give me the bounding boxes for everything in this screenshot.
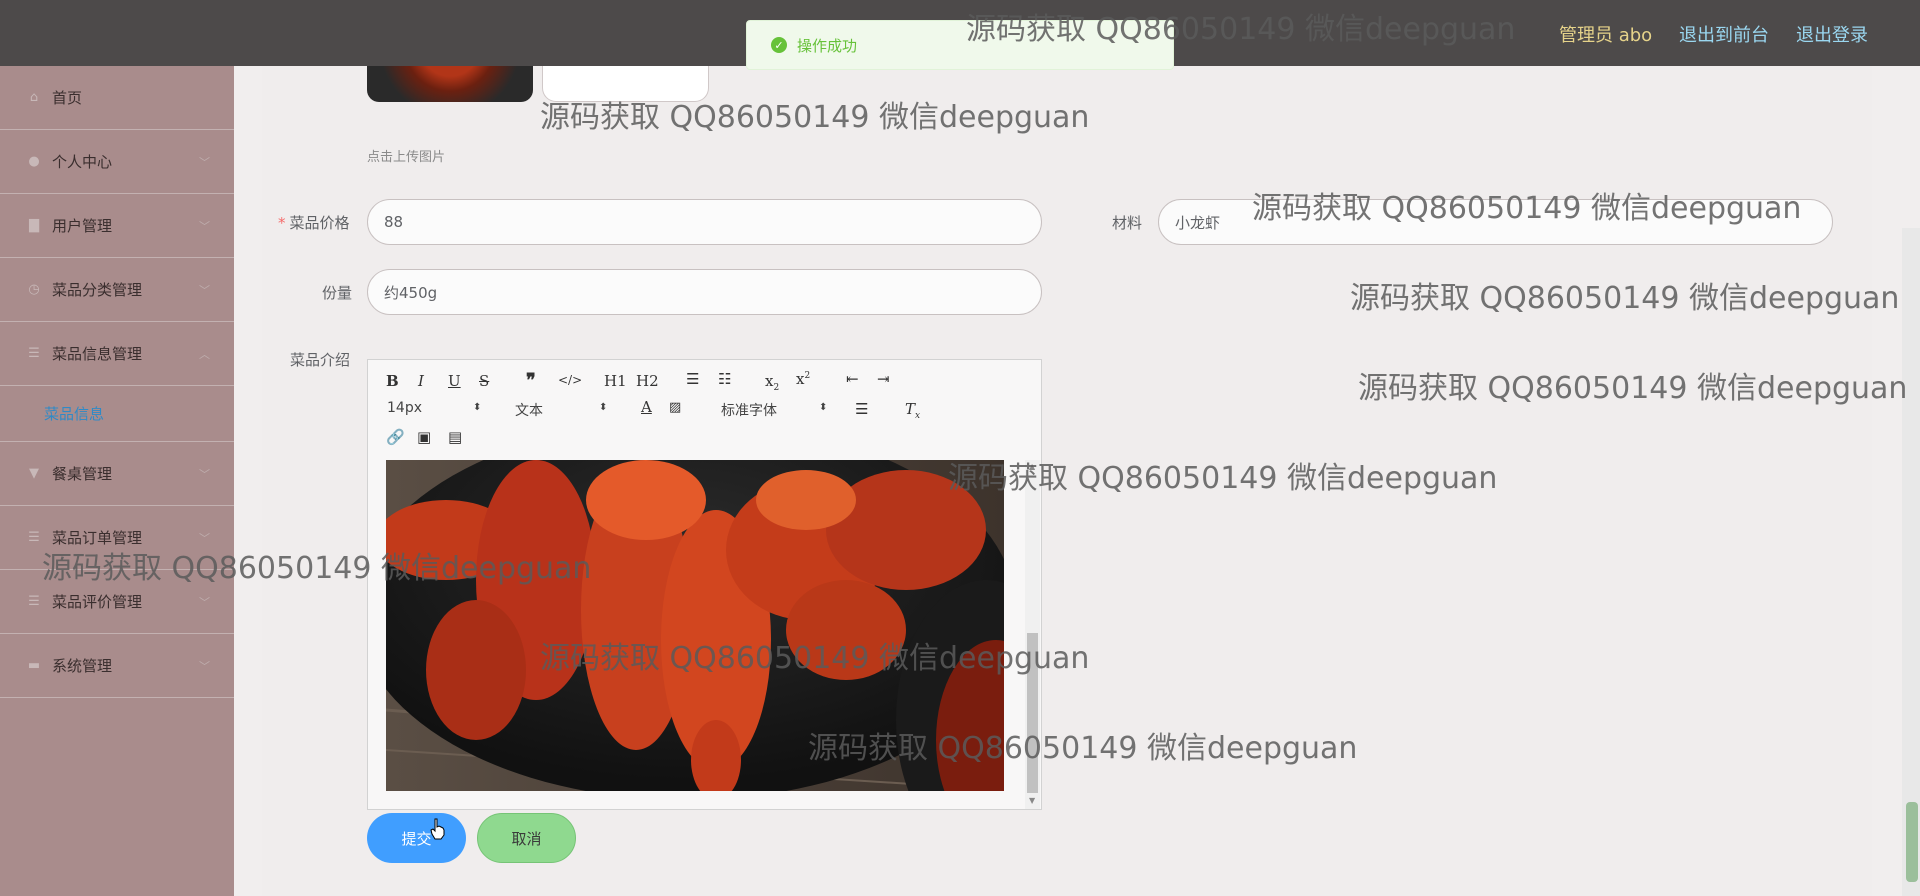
sidebar-item-dish-info-management[interactable]: ☰ 菜品信息管理 ︿ xyxy=(0,322,234,386)
sidebar-item-table-management[interactable]: ▼ 餐桌管理 ﹀ xyxy=(0,442,234,506)
intro-label: 菜品介绍 xyxy=(290,351,351,369)
table-icon: ▼ xyxy=(29,466,39,481)
sidebar-item-order-management[interactable]: ☰ 菜品订单管理 ﹀ xyxy=(0,506,234,570)
price-label: * 菜品价格 xyxy=(278,212,350,233)
sidebar-item-category-management[interactable]: ◷ 菜品分类管理 ﹀ xyxy=(0,258,234,322)
user-icon: ● xyxy=(28,154,40,169)
scroll-down-icon[interactable]: ▼ xyxy=(1029,796,1035,805)
crayfish-image xyxy=(386,460,1004,791)
code-icon[interactable]: </> xyxy=(558,373,582,387)
price-label-text: 菜品价格 xyxy=(289,214,350,232)
select-caret-icon: ⬍ xyxy=(599,402,608,413)
review-icon: ☰ xyxy=(28,594,40,609)
bullet-list-icon[interactable]: ☷ xyxy=(718,370,731,388)
rich-text-editor[interactable]: B I U S ❞ </> H1 H2 ☰ ☷ x2 x2 ⇤ ⇥ 14px ⬍ … xyxy=(367,359,1042,810)
blockquote-icon[interactable]: ❞ xyxy=(526,370,536,391)
required-mark: * xyxy=(278,214,286,232)
font-family-value: 标准字体 xyxy=(721,403,777,419)
material-label: 材料 xyxy=(1112,214,1143,232)
editor-toolbar: B I U S ❞ </> H1 H2 ☰ ☷ x2 x2 ⇤ ⇥ 14px ⬍ … xyxy=(368,360,1041,460)
ordered-list-icon[interactable]: ☰ xyxy=(686,370,699,388)
bold-icon[interactable]: B xyxy=(386,372,399,390)
sidebar-item-label: 首页 xyxy=(52,89,83,107)
sidebar-item-label: 系统管理 xyxy=(52,657,113,675)
superscript-icon[interactable]: x2 xyxy=(796,370,810,388)
heading-1-icon[interactable]: H1 xyxy=(604,372,627,390)
sidebar-item-label: 菜品订单管理 xyxy=(52,529,143,547)
upload-hint: 点击上传图片 xyxy=(367,150,446,165)
hand-cursor-icon xyxy=(430,818,445,840)
italic-icon[interactable]: I xyxy=(418,372,424,390)
chevron-down-icon: ﹀ xyxy=(199,532,210,545)
strikethrough-icon[interactable]: S xyxy=(479,372,489,390)
link-icon[interactable]: 🔗 xyxy=(386,428,405,446)
scroll-up-icon[interactable]: ▲ xyxy=(1029,462,1035,471)
font-family-select[interactable]: 标准字体 ⬍ xyxy=(721,400,827,420)
subscript-icon[interactable]: x2 xyxy=(765,372,779,393)
heading-2-icon[interactable]: H2 xyxy=(636,372,659,390)
sidebar: ⌂ 首页 ● 个人中心 ﹀ ▇ 用户管理 ﹀ ◷ 菜品分类管理 ﹀ ☰ 菜品信息… xyxy=(0,66,234,896)
page-scrollbar[interactable] xyxy=(1902,228,1920,896)
outdent-icon[interactable]: ⇤ xyxy=(846,370,859,388)
admin-user-label: 管理员 abo xyxy=(1559,25,1653,46)
sidebar-subitem-dish-info[interactable]: 菜品信息 xyxy=(0,386,234,442)
page-scrollbar-thumb[interactable] xyxy=(1906,802,1918,882)
chevron-up-icon: ︿ xyxy=(199,348,210,361)
text-type-value: 文本 xyxy=(515,403,543,419)
underline-icon[interactable]: U xyxy=(448,372,461,390)
chevron-down-icon: ﹀ xyxy=(199,156,210,169)
editor-content[interactable]: ▲ ▼ xyxy=(369,460,1040,809)
portion-field[interactable]: 约450g xyxy=(367,269,1042,315)
material-field[interactable]: 小龙虾 xyxy=(1158,199,1833,245)
indent-icon[interactable]: ⇥ xyxy=(877,370,890,388)
sidebar-item-label: 菜品评价管理 xyxy=(52,593,143,611)
category-icon: ◷ xyxy=(28,282,40,297)
chevron-down-icon: ﹀ xyxy=(199,468,210,481)
editor-scrollbar-thumb[interactable] xyxy=(1027,633,1038,793)
material-value: 小龙虾 xyxy=(1175,213,1221,232)
list-icon: ☰ xyxy=(28,346,40,361)
success-toast: ✓ 操作成功 xyxy=(746,20,1174,70)
chevron-down-icon: ﹀ xyxy=(199,284,210,297)
cancel-button[interactable]: 取消 xyxy=(477,813,576,863)
sidebar-subitem-label: 菜品信息 xyxy=(44,405,105,423)
chevron-down-icon: ﹀ xyxy=(199,596,210,609)
sidebar-item-label: 菜品分类管理 xyxy=(52,281,143,299)
exit-to-front-link[interactable]: 退出到前台 xyxy=(1679,21,1769,47)
price-field[interactable]: 88 xyxy=(367,199,1042,245)
settings-icon: ▬ xyxy=(27,658,41,673)
sidebar-item-user-management[interactable]: ▇ 用户管理 ﹀ xyxy=(0,194,234,258)
select-caret-icon: ⬍ xyxy=(819,402,828,413)
chevron-down-icon: ﹀ xyxy=(199,220,210,233)
portion-label: 份量 xyxy=(322,284,353,302)
sidebar-item-label: 用户管理 xyxy=(52,217,113,235)
image-icon[interactable]: ▣ xyxy=(417,428,431,446)
check-circle-icon: ✓ xyxy=(771,37,787,53)
order-icon: ☰ xyxy=(28,530,40,545)
sidebar-item-personal-center[interactable]: ● 个人中心 ﹀ xyxy=(0,130,234,194)
font-size-value: 14px xyxy=(387,400,422,416)
home-icon: ⌂ xyxy=(29,90,39,105)
sidebar-item-label: 菜品信息管理 xyxy=(52,345,143,363)
price-value: 88 xyxy=(384,213,404,231)
align-icon[interactable]: ☰ xyxy=(855,400,868,418)
users-icon: ▇ xyxy=(29,218,39,233)
video-icon[interactable]: ▤ xyxy=(448,428,462,446)
select-caret-icon: ⬍ xyxy=(473,402,482,413)
sidebar-item-home[interactable]: ⌂ 首页 xyxy=(0,66,234,130)
sidebar-item-label: 餐桌管理 xyxy=(52,465,113,483)
sidebar-item-review-management[interactable]: ☰ 菜品评价管理 ﹀ xyxy=(0,570,234,634)
sidebar-item-label: 个人中心 xyxy=(52,153,113,171)
text-color-icon[interactable]: A xyxy=(641,398,652,416)
text-type-select[interactable]: 文本 ⬍ xyxy=(515,400,607,420)
toast-message: 操作成功 xyxy=(797,36,858,55)
portion-value: 约450g xyxy=(384,283,438,302)
clear-format-icon[interactable]: Tx xyxy=(905,400,920,421)
sidebar-item-system-management[interactable]: ▬ 系统管理 ﹀ xyxy=(0,634,234,698)
chevron-down-icon: ﹀ xyxy=(199,660,210,673)
logout-link[interactable]: 退出登录 xyxy=(1796,21,1868,47)
submit-button[interactable]: 提交 xyxy=(367,813,466,863)
font-size-select[interactable]: 14px ⬍ xyxy=(387,400,481,416)
background-color-icon[interactable]: ▨ xyxy=(669,400,681,415)
